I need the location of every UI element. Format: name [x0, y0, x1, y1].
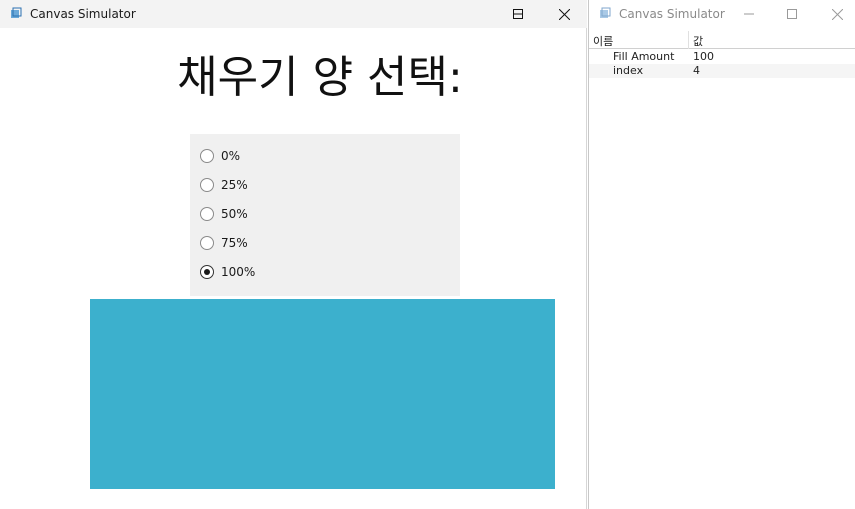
radio-button-icon [200, 149, 214, 163]
main-window: Canvas Simulator 채우기 양 선택: 0% 25% 50% 75… [0, 0, 587, 509]
inspector-window: Canvas Simulator 이름 값 Fill Amount 100 in… [588, 0, 855, 509]
fill-bar [90, 299, 555, 489]
radio-option-0[interactable]: 0% [200, 146, 240, 166]
radio-button-icon [200, 265, 214, 279]
radio-button-icon [200, 207, 214, 221]
radio-label: 100% [221, 265, 256, 279]
radio-label: 0% [221, 149, 241, 163]
fill-amount-radio-group: 0% 25% 50% 75% 100% [190, 134, 460, 296]
property-name: index [613, 64, 644, 77]
radio-label: 75% [221, 236, 248, 250]
minimize-button-slot [449, 0, 495, 28]
close-button[interactable] [541, 0, 587, 28]
radio-option-25[interactable]: 25% [200, 175, 248, 195]
fill-canvas [90, 299, 555, 489]
close-icon [558, 8, 570, 20]
desktop: Canvas Simulator 채우기 양 선택: 0% 25% 50% 75… [0, 0, 855, 509]
inspector-window-title: Canvas Simulator [619, 7, 725, 21]
property-value: 4 [693, 64, 700, 77]
maximize-icon [787, 9, 797, 19]
main-window-title: Canvas Simulator [30, 7, 136, 21]
inspector-maximize-button[interactable] [769, 0, 815, 28]
property-grid-header: 이름 값 [589, 31, 855, 49]
maximize-icon [513, 9, 523, 19]
column-header-name[interactable]: 이름 [593, 33, 613, 49]
property-row-index[interactable]: index 4 [589, 64, 855, 78]
close-icon [831, 8, 843, 20]
radio-button-icon [200, 236, 214, 250]
radio-option-100[interactable]: 100% [200, 262, 255, 282]
column-separator[interactable] [688, 31, 689, 49]
column-header-value[interactable]: 값 [693, 33, 703, 49]
radio-option-50[interactable]: 50% [200, 204, 248, 224]
app-icon [11, 7, 22, 18]
property-value: 100 [693, 50, 714, 63]
property-name: Fill Amount [613, 50, 675, 63]
maximize-button[interactable] [495, 0, 541, 28]
property-row-fill-amount[interactable]: Fill Amount 100 [589, 50, 855, 64]
inspector-close-button[interactable] [814, 0, 855, 28]
radio-label: 50% [221, 207, 248, 221]
radio-option-75[interactable]: 75% [200, 233, 248, 253]
fill-heading: 채우기 양 선택: [177, 52, 463, 103]
inspector-minimize-button[interactable] [726, 0, 772, 28]
radio-label: 25% [221, 178, 248, 192]
minimize-icon [744, 13, 754, 15]
app-icon [600, 7, 611, 18]
radio-button-icon [200, 178, 214, 192]
